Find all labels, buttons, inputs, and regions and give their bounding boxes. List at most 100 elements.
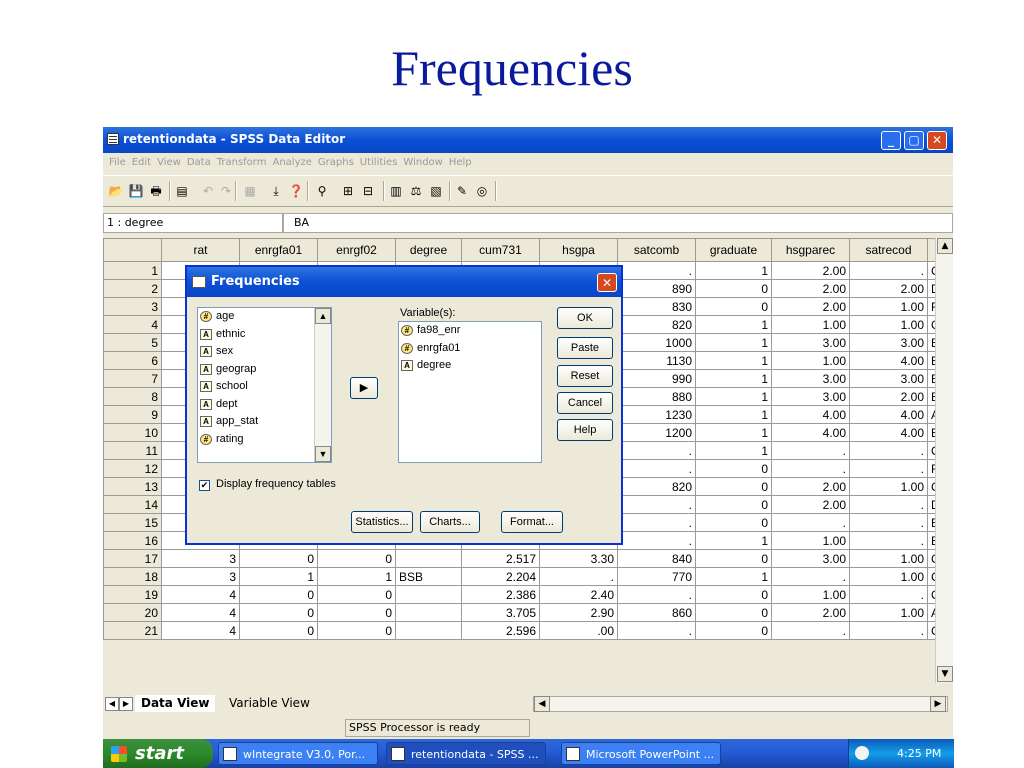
- grid-cell[interactable]: 0: [695, 477, 772, 496]
- menu-transform[interactable]: Transform: [217, 153, 267, 173]
- select-cases-icon[interactable]: ▧: [427, 182, 445, 200]
- weight-cases-icon[interactable]: ⚖: [407, 182, 425, 200]
- grid-cell[interactable]: 1.00: [771, 531, 850, 550]
- cancel-button[interactable]: Cancel: [557, 392, 613, 414]
- grid-cell[interactable]: .: [771, 513, 850, 532]
- reset-button[interactable]: Reset: [557, 365, 613, 387]
- grid-cell[interactable]: 0: [239, 585, 318, 604]
- statistics-button[interactable]: Statistics...: [351, 511, 413, 533]
- value-labels-icon[interactable]: ✎: [453, 182, 471, 200]
- horizontal-scrollbar[interactable]: ◀ ▶: [533, 696, 948, 712]
- column-header[interactable]: hsgpa: [539, 238, 618, 262]
- grid-cell[interactable]: 1: [695, 567, 772, 586]
- grid-cell[interactable]: 1000: [617, 333, 696, 352]
- grid-cell[interactable]: .: [617, 459, 696, 478]
- grid-cell[interactable]: 1: [695, 387, 772, 406]
- menu-help[interactable]: Help: [449, 153, 472, 173]
- grid-cell[interactable]: 1.00: [771, 315, 850, 334]
- grid-cell[interactable]: 880: [617, 387, 696, 406]
- tab-prev-icon[interactable]: ◀: [105, 697, 119, 711]
- taskbar-item[interactable]: Microsoft PowerPoint ...: [561, 742, 721, 765]
- row-header[interactable]: 20: [103, 603, 162, 622]
- dialog-close-button[interactable]: ✕: [597, 273, 617, 292]
- grid-cell[interactable]: 820: [617, 477, 696, 496]
- grid-cell[interactable]: 1: [695, 261, 772, 280]
- grid-cell[interactable]: 1.00: [849, 297, 928, 316]
- grid-cell[interactable]: 4.00: [771, 405, 850, 424]
- ok-button[interactable]: OK: [557, 307, 613, 329]
- row-header[interactable]: 11: [103, 441, 162, 460]
- help-button[interactable]: Help: [557, 419, 613, 441]
- grid-cell[interactable]: .: [539, 567, 618, 586]
- row-header[interactable]: 7: [103, 369, 162, 388]
- grid-cell[interactable]: 1: [695, 423, 772, 442]
- column-header[interactable]: cum731: [461, 238, 540, 262]
- grid-cell[interactable]: 4.00: [849, 423, 928, 442]
- grid-cell[interactable]: 1: [695, 441, 772, 460]
- grid-cell[interactable]: .: [771, 621, 850, 640]
- grid-cell[interactable]: 4: [161, 585, 240, 604]
- menu-edit[interactable]: Edit: [132, 153, 151, 173]
- taskbar-item[interactable]: wIntegrate V3.0, Por...: [218, 742, 378, 765]
- close-button[interactable]: ✕: [927, 131, 947, 150]
- list-item[interactable]: # enrgfa01: [399, 340, 541, 358]
- row-header[interactable]: 4: [103, 315, 162, 334]
- grid-cell[interactable]: 0: [695, 603, 772, 622]
- split-file-icon[interactable]: ▥: [387, 182, 405, 200]
- grid-cell[interactable]: 3.00: [771, 333, 850, 352]
- tab-data-view[interactable]: Data View: [135, 695, 216, 712]
- selected-variable-list[interactable]: # fa98_enr # enrgfa01 Adegree: [398, 321, 542, 463]
- grid-cell[interactable]: 4: [161, 603, 240, 622]
- grid-cell[interactable]: 1: [695, 405, 772, 424]
- list-item[interactable]: Adept: [198, 396, 331, 414]
- grid-cell[interactable]: 0: [695, 585, 772, 604]
- grid-cell[interactable]: 2.00: [771, 297, 850, 316]
- grid-cell[interactable]: 3.30: [539, 549, 618, 568]
- grid-cell[interactable]: 0: [317, 621, 396, 640]
- grid-cell[interactable]: 1.00: [771, 351, 850, 370]
- list-item[interactable]: Ageograp: [198, 361, 331, 379]
- column-header[interactable]: enrgf02: [317, 238, 396, 262]
- column-header[interactable]: degree: [395, 238, 462, 262]
- row-header[interactable]: 17: [103, 549, 162, 568]
- grid-cell[interactable]: 2.00: [771, 603, 850, 622]
- grid-cell[interactable]: 1: [695, 351, 772, 370]
- column-header[interactable]: enrgfa01: [239, 238, 318, 262]
- grid-cell[interactable]: 2.00: [849, 279, 928, 298]
- row-header[interactable]: 13: [103, 477, 162, 496]
- grid-cell[interactable]: 1: [695, 531, 772, 550]
- row-header[interactable]: 18: [103, 567, 162, 586]
- grid-cell[interactable]: .: [849, 621, 928, 640]
- grid-cell[interactable]: 0: [695, 549, 772, 568]
- grid-cell[interactable]: .: [849, 513, 928, 532]
- menu-view[interactable]: View: [157, 153, 181, 173]
- window-titlebar[interactable]: retentiondata - SPSS Data Editor _ ▢ ✕: [103, 127, 953, 153]
- grid-cell[interactable]: 0: [239, 549, 318, 568]
- row-header[interactable]: 15: [103, 513, 162, 532]
- grid-cell[interactable]: 2.00: [771, 477, 850, 496]
- grid-cell[interactable]: 2.596: [461, 621, 540, 640]
- display-tables-checkbox[interactable]: ✔: [199, 480, 210, 491]
- list-item[interactable]: # age: [198, 308, 331, 326]
- grid-cell[interactable]: 2.00: [849, 387, 928, 406]
- source-list-scrollbar[interactable]: ▲ ▼: [314, 308, 331, 462]
- list-scroll-down-icon[interactable]: ▼: [315, 446, 331, 462]
- grid-cell[interactable]: 1.00: [771, 585, 850, 604]
- list-item[interactable]: Aschool: [198, 378, 331, 396]
- grid-cell[interactable]: 0: [695, 297, 772, 316]
- grid-cell[interactable]: 820: [617, 315, 696, 334]
- row-header[interactable]: 10: [103, 423, 162, 442]
- scroll-up-icon[interactable]: ▲: [937, 238, 953, 254]
- variables-icon[interactable]: ❓: [287, 182, 305, 200]
- scroll-right-icon[interactable]: ▶: [930, 696, 946, 712]
- grid-cell[interactable]: 1: [695, 315, 772, 334]
- grid-cell[interactable]: .: [849, 495, 928, 514]
- column-header[interactable]: hsgparec: [771, 238, 850, 262]
- grid-cell[interactable]: 1: [695, 369, 772, 388]
- vertical-scrollbar[interactable]: ▲ ▼: [935, 238, 953, 683]
- row-header[interactable]: 19: [103, 585, 162, 604]
- grid-cell[interactable]: 0: [695, 621, 772, 640]
- tab-next-icon[interactable]: ▶: [119, 697, 133, 711]
- menu-analyze[interactable]: Analyze: [272, 153, 311, 173]
- grid-cell[interactable]: 2.90: [539, 603, 618, 622]
